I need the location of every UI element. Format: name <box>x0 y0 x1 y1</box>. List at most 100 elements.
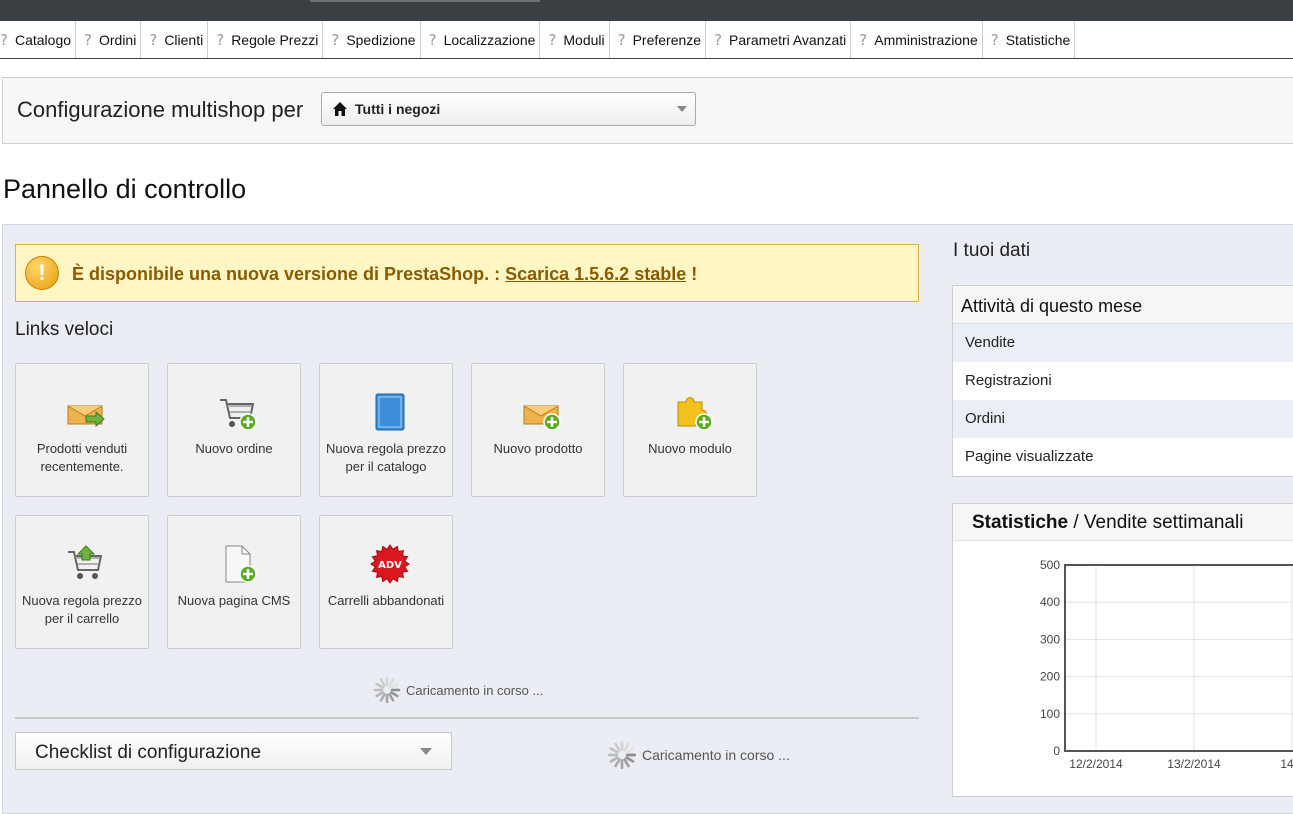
spinner-spoke <box>609 756 619 763</box>
stats-title-rest: / Vendite settimanali <box>1068 512 1244 533</box>
spinner-spoke <box>623 742 630 752</box>
update-alert-text: È disponibile una nuova versione di Pres… <box>72 264 506 284</box>
menu-item-parametri-avanzati[interactable]: ? Parametri Avanzati <box>706 21 852 58</box>
cart-up-icon <box>68 545 103 579</box>
activity-row-sales: Vendite <box>953 324 1293 362</box>
y-tick-label: 100 <box>1040 707 1060 721</box>
shop-select-value: Tutti i negozi <box>355 101 441 117</box>
checklist-dropdown[interactable]: Checklist di configurazione <box>15 732 452 770</box>
spinner-spoke <box>614 742 621 752</box>
menu-item-moduli[interactable]: ? Moduli <box>540 21 610 58</box>
home-icon <box>333 102 347 116</box>
activity-row-pageviews: Pagine visualizzate <box>965 448 1094 465</box>
page-title: Pannello di controllo <box>3 174 247 204</box>
spinner-spoke <box>623 758 630 768</box>
quick-link-tile[interactable]: Nuova regola prezzo per il catalogo <box>319 363 453 497</box>
spinner-spoke <box>375 691 384 698</box>
spinner-spoke <box>625 756 635 763</box>
chevron-down-icon <box>420 748 432 755</box>
update-alert: ! È disponibile una nuova versione di Pr… <box>15 244 919 302</box>
menu-item-catalogo[interactable]: ? Catalogo <box>0 21 77 58</box>
spinner-spoke <box>388 678 395 687</box>
quick-link-tile[interactable]: Nuovo ordine <box>167 363 301 497</box>
x-tick-label: 14/2 <box>1280 757 1293 771</box>
menu-item-spedizione[interactable]: ? Spedizione <box>323 21 421 58</box>
quick-link-label: Nuova pagina CMS <box>177 593 291 608</box>
activity-box: Attività di questo mese Vendite Registra… <box>952 285 1293 477</box>
spinner-spoke <box>609 747 619 754</box>
quick-link-tile[interactable]: Nuovo prodotto <box>471 363 605 497</box>
menu-item-label: Amministrazione <box>874 31 978 48</box>
spinner-spoke <box>390 691 399 698</box>
menu-item-label: Localizzazione <box>443 31 536 48</box>
y-tick-label: 400 <box>1040 595 1060 609</box>
x-tick-label: 12/2/2014 <box>1069 757 1123 771</box>
stats-box: Statistiche / Vendite settimanali 0 100 20… <box>952 503 1293 797</box>
quick-link-tile[interactable]: ADV Carrelli abbandonati <box>319 515 453 649</box>
quick-link-label: Nuova regola prezzo per il catalogo <box>326 441 446 474</box>
spinner-spoke <box>390 682 399 689</box>
spinner-spoke <box>614 758 621 768</box>
cart-add-icon <box>220 399 257 431</box>
help-icon: ? <box>84 30 92 49</box>
spinner-spoke <box>379 678 386 687</box>
top-search-strip[interactable] <box>310 0 540 2</box>
spinner-spoke <box>379 693 386 702</box>
quick-link-tile[interactable]: Prodotti venduti recentemente. <box>15 363 149 497</box>
menu-item-ordini[interactable]: ? Ordini <box>76 21 142 58</box>
menu-item-label: Parametri Avanzati <box>729 31 847 48</box>
menu-item-label: Catalogo <box>14 31 72 48</box>
warning-icon: ! <box>25 256 59 290</box>
menu-item-label: Regole Prezzi <box>231 31 319 48</box>
checklist-loading-indicator: Caricamento in corso ... <box>606 740 790 770</box>
checklist-label: Checklist di configurazione <box>35 742 262 763</box>
spinner-icon <box>607 740 637 770</box>
quick-link-label: Carrelli abbandonati <box>327 593 445 608</box>
activity-row-orders: Ordini <box>953 400 1293 438</box>
divider <box>15 717 919 719</box>
your-data-title: I tuoi dati <box>953 240 1031 261</box>
help-icon: ? <box>990 30 999 49</box>
menu-item-statistiche[interactable]: ? Statistiche <box>983 21 1076 58</box>
stats-title-bold: Statistiche <box>972 512 1069 533</box>
menu-item-localizzazione[interactable]: ? Localizzazione <box>421 21 541 58</box>
help-icon: ? <box>714 30 723 49</box>
book-icon <box>375 393 405 431</box>
quick-link-label: Nuovo modulo <box>648 441 732 456</box>
adv-badge-text: ADV <box>378 560 402 571</box>
shop-select[interactable]: Tutti i negozi <box>321 92 696 126</box>
menu-item-label: Moduli <box>563 31 605 48</box>
spinner-icon <box>373 676 401 704</box>
admin-top-bar <box>0 0 1293 21</box>
y-tick-label: 0 <box>1053 744 1060 758</box>
weekly-sales-chart: 0 100 200 300 400 500 12/2/2014 13/2/2014 14/2 <box>1040 558 1293 771</box>
adv-badge-icon: ADV <box>370 544 410 584</box>
help-icon: ? <box>859 30 868 49</box>
menu-item-preferenze[interactable]: ? Preferenze <box>610 21 707 58</box>
spinner-spoke <box>625 747 635 754</box>
x-tick-label: 13/2/2014 <box>1167 757 1221 771</box>
y-tick-label: 200 <box>1040 670 1060 684</box>
y-tick-label: 500 <box>1040 558 1060 572</box>
menu-item-amministrazione[interactable]: ? Amministrazione <box>851 21 983 58</box>
download-link[interactable]: Scarica 1.5.6.2 stable <box>505 264 686 284</box>
quick-link-label: Nuova regola prezzo per il carrello <box>22 593 142 626</box>
y-tick-label: 300 <box>1040 632 1060 646</box>
quick-link-tile[interactable]: Nuova regola prezzo per il carrello <box>15 515 149 649</box>
menu-item-label: Statistiche <box>1005 31 1071 48</box>
puzzle-add-icon <box>677 397 713 431</box>
quick-link-tile[interactable]: Nuova pagina CMS <box>167 515 301 649</box>
quick-link-label: Prodotti venduti recentemente. <box>36 441 128 474</box>
quick-link-label: Nuovo ordine <box>195 441 273 456</box>
spinner-spoke <box>388 693 395 702</box>
help-icon: ? <box>428 30 437 49</box>
menu-item-label: Spedizione <box>346 31 416 48</box>
update-alert-suffix: ! <box>686 264 698 284</box>
menu-item-clienti[interactable]: ? Clienti <box>141 21 209 58</box>
menu-item-label: Clienti <box>164 31 204 48</box>
menu-item-regole-prezzi[interactable]: ? Regole Prezzi <box>208 21 324 58</box>
chevron-down-icon <box>677 106 687 112</box>
quick-link-tile[interactable]: Nuovo modulo <box>623 363 757 497</box>
box-add-icon <box>523 405 561 431</box>
help-icon: ? <box>617 30 626 49</box>
